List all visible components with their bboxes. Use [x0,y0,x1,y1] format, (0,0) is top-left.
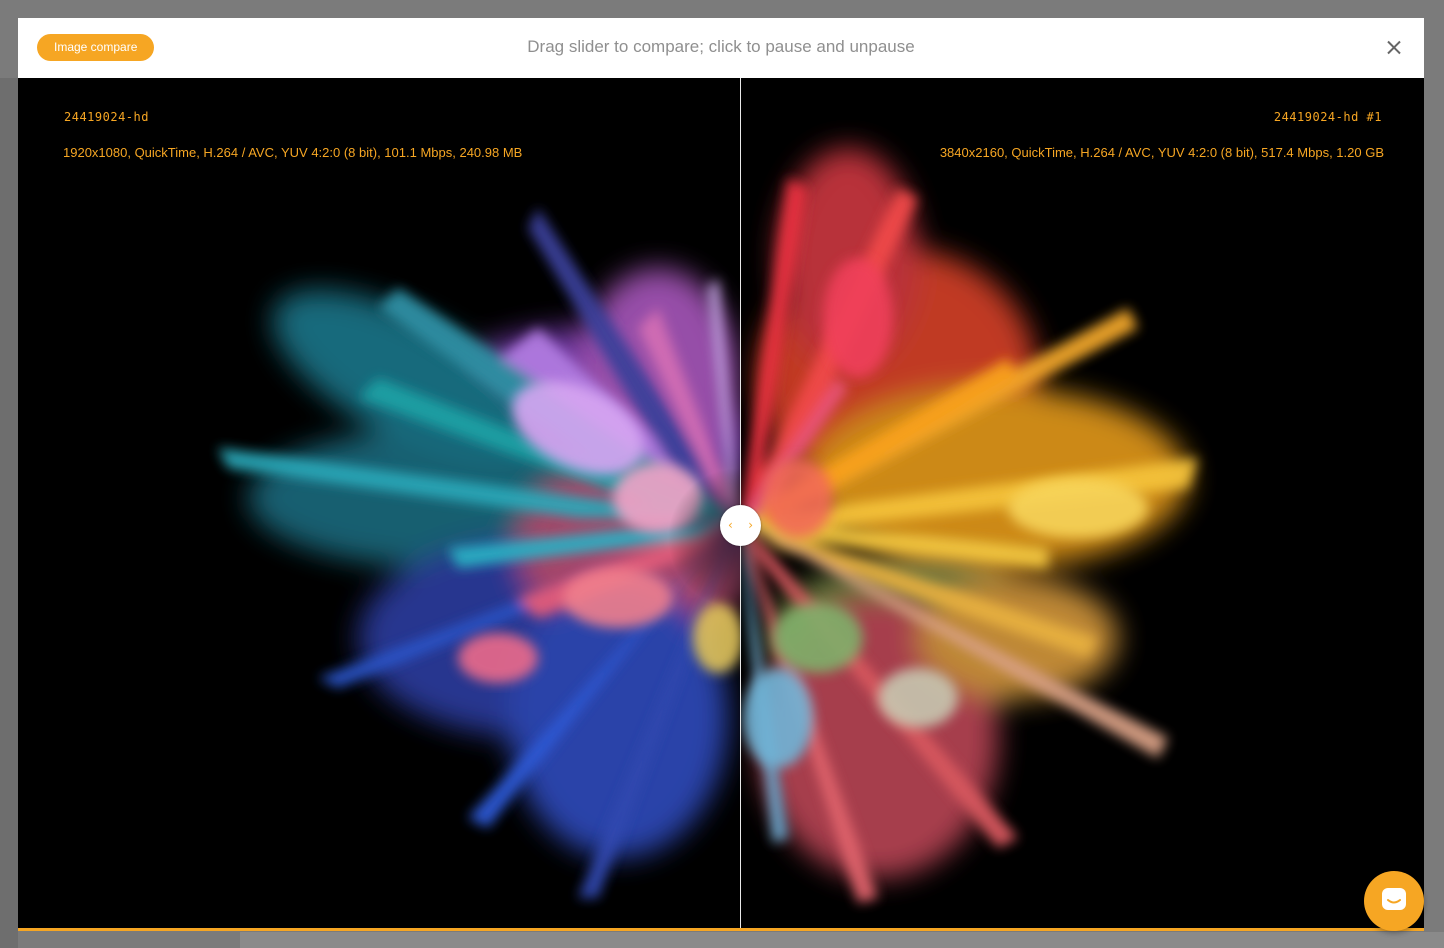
left-explosion-image [218,208,740,898]
chevron-right-icon: › [748,518,753,532]
backdrop-left-strip [0,78,18,948]
image-compare-tag-button[interactable]: Image compare [37,34,155,61]
compare-hint-text: Drag slider to compare; click to pause a… [527,37,915,56]
left-file-name: 24419024-hd [64,110,149,124]
right-image-pane: 24419024-hd #1 3840x2160, QuickTime, H.2… [740,78,1424,928]
close-icon[interactable] [1382,36,1406,60]
left-image-pane: 24419024-hd 1920x1080, QuickTime, H.264 … [18,78,740,928]
compare-stage[interactable]: 24419024-hd 1920x1080, QuickTime, H.264 … [18,78,1424,928]
right-explosion-image [740,148,1198,903]
chat-icon [1382,888,1406,910]
image-compare-modal: Image compare Drag slider to compare; cl… [18,18,1424,931]
modal-bottom-accent-bar [18,928,1424,931]
chat-launcher-button[interactable] [1364,871,1424,931]
compare-slider-handle[interactable]: ‹ › [720,505,761,546]
left-file-meta: 1920x1080, QuickTime, H.264 / AVC, YUV 4… [63,145,523,160]
chevron-left-icon: ‹ [728,518,733,532]
compare-divider-line[interactable] [740,78,741,928]
modal-header: Image compare Drag slider to compare; cl… [18,18,1424,78]
right-file-name: 24419024-hd #1 [1273,110,1382,124]
backdrop-bottom-strip [240,932,1444,948]
right-file-meta: 3840x2160, QuickTime, H.264 / AVC, YUV 4… [939,145,1384,160]
